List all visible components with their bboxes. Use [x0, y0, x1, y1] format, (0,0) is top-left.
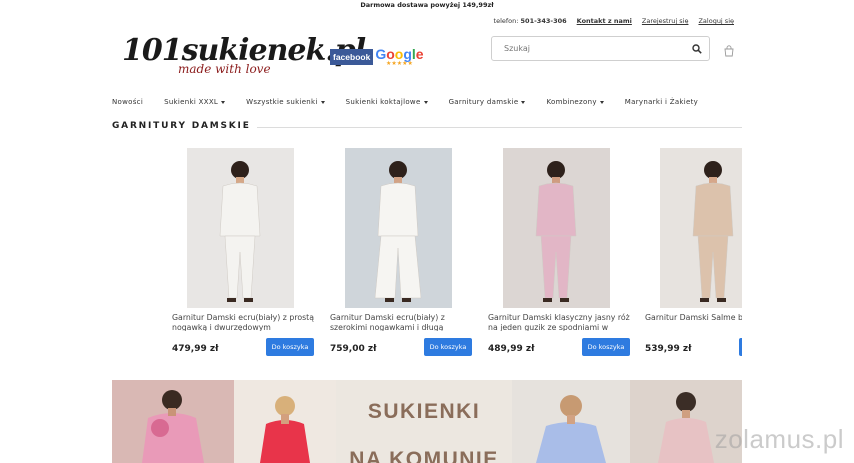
product-name[interactable]: Garnitur Damski klasyczny jasny róż na j… — [488, 313, 638, 331]
main-navigation: Nowości Sukienki XXXL Wszystkie sukienki Su… — [112, 98, 719, 106]
nav-item-label: Marynarki i Żakiety — [624, 98, 699, 106]
watermark: zolamus.pl — [714, 424, 844, 454]
search-input[interactable] — [492, 44, 685, 53]
product-carousel: ...prostą ...zwykleDo koszykaGarnitur Da… — [112, 148, 742, 360]
site-logo[interactable]: 101sukienek.pl made with love — [122, 36, 366, 82]
product-name[interactable]: Garnitur Damski ecru(biały) z prostą nog… — [172, 313, 322, 331]
section-title: GARNITURY DAMSKIE — [112, 121, 257, 131]
banner-pink-dress[interactable] — [112, 380, 234, 463]
product-image[interactable] — [660, 148, 742, 308]
chevron-down-icon — [521, 100, 526, 104]
nav-item-label: Sukienki XXXL — [164, 98, 219, 106]
search-icon[interactable] — [685, 37, 709, 61]
category-banners: SUKIENKI NA KOMUNIE — [112, 380, 742, 463]
search-bar — [491, 36, 710, 61]
facebook-badge[interactable]: facebook — [330, 49, 374, 65]
product-image[interactable] — [503, 148, 610, 308]
nav-item-label: Nowości — [112, 98, 144, 106]
product-image[interactable] — [187, 148, 294, 308]
nav-item-label: Garnitury damskie — [448, 98, 519, 106]
product-card[interactable]: Garnitur Damski klasyczny jasny róż na j… — [488, 148, 630, 360]
nav-item[interactable]: Marynarki i Żakiety — [625, 98, 698, 106]
product-image[interactable] — [345, 148, 452, 308]
product-name[interactable]: ...prostą ...zwykle — [112, 313, 120, 331]
add-to-cart-button[interactable]: Do koszyka — [266, 338, 314, 356]
banner-red-dress[interactable] — [234, 380, 336, 463]
nav-item-label: Kombinezony — [546, 98, 597, 106]
nav-item-label: Wszystkie sukienki — [246, 98, 318, 106]
product-name[interactable]: Garnitur Damski ecru(biały) z szerokimi … — [330, 313, 480, 331]
product-price: 479,99 zł — [172, 344, 219, 354]
chevron-down-icon — [221, 100, 226, 104]
logo-tagline: made with love — [178, 62, 271, 76]
add-to-cart-button[interactable]: Do koszyka — [582, 338, 630, 356]
chevron-down-icon — [423, 100, 428, 104]
google-rating-badge[interactable]: Google ★★★★★ — [375, 47, 423, 67]
nav-item[interactable]: Sukienki XXXL — [164, 98, 226, 106]
add-to-cart-button[interactable]: Do koszyka — [739, 338, 742, 356]
product-price: 489,99 zł — [488, 344, 535, 354]
register-link[interactable]: Zarejestruj się — [642, 17, 689, 25]
product-price: 759,00 zł — [330, 344, 377, 354]
login-link[interactable]: Zaloguj się — [698, 17, 734, 25]
banner-blue-top[interactable] — [512, 380, 630, 463]
phone-info: telefon: 501-343-306 — [494, 17, 567, 25]
banner-heading: SUKIENKI — [367, 400, 481, 423]
nav-item-label: Sukienki koktajlowe — [345, 98, 421, 106]
phone-number[interactable]: 501-343-306 — [521, 17, 567, 25]
cart-icon[interactable] — [723, 42, 735, 57]
nav-item[interactable]: Kombinezony — [546, 98, 604, 106]
nav-item[interactable]: Wszystkie sukienki — [246, 98, 325, 106]
product-card[interactable]: Garnitur Damski Salme beż klasyczny 539,9… — [645, 148, 742, 360]
contact-link[interactable]: Kontakt z nami — [577, 17, 632, 25]
free-shipping-banner: Darmowa dostawa powyżej 149,99zł — [360, 1, 494, 9]
nav-item[interactable]: Sukienki koktajlowe — [346, 98, 428, 106]
product-price: 539,99 zł — [645, 344, 692, 354]
review-badges[interactable]: facebook Google ★★★★★ — [330, 47, 424, 67]
product-card[interactable]: Garnitur Damski ecru(biały) z szerokimi … — [330, 148, 472, 360]
google-wordmark: Google — [375, 46, 424, 62]
phone-label: telefon: — [493, 17, 519, 25]
nav-item[interactable]: Nowości — [112, 98, 143, 106]
banner-subheading: NA KOMUNIE — [349, 448, 499, 463]
utility-bar: telefon: 501-343-306 Kontakt z nami Zare… — [494, 17, 734, 25]
communion-dresses-banner[interactable]: SUKIENKI NA KOMUNIE — [336, 380, 512, 463]
chevron-down-icon — [599, 100, 604, 104]
product-name[interactable]: Garnitur Damski Salme beż klasyczny — [645, 313, 742, 331]
rating-stars: ★★★★★ — [386, 60, 413, 67]
product-card[interactable]: Garnitur Damski ecru(biały) z prostą nog… — [172, 148, 314, 360]
add-to-cart-button[interactable]: Do koszyka — [424, 338, 472, 356]
chevron-down-icon — [320, 100, 325, 104]
nav-item[interactable]: Garnitury damskie — [449, 98, 526, 106]
